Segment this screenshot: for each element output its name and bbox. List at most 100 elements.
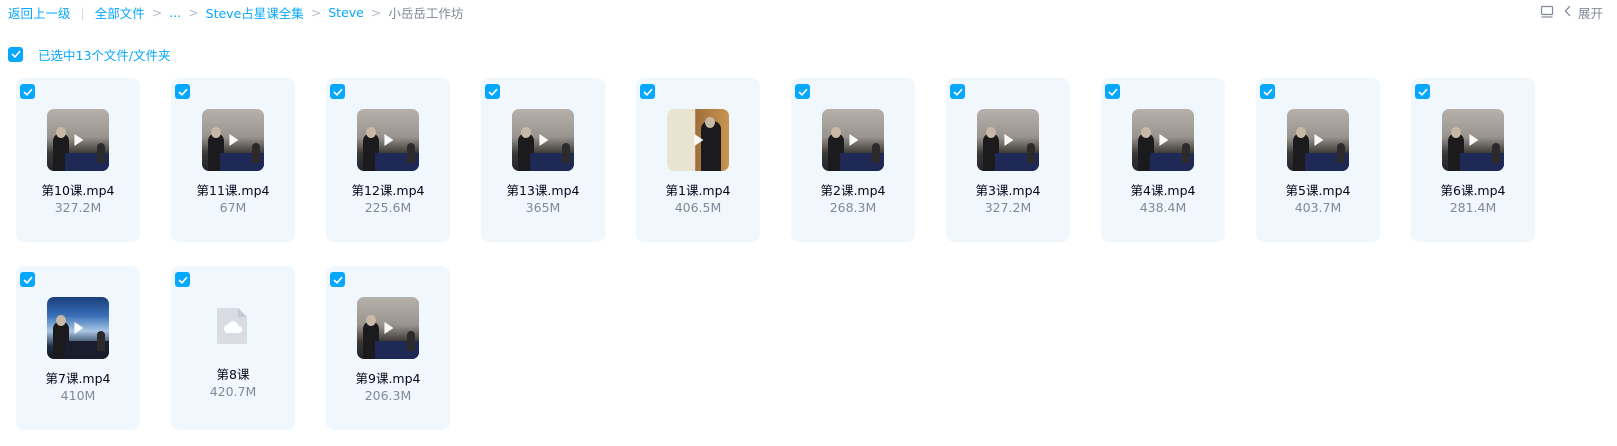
file-name: 第2课.mp4 xyxy=(820,183,886,198)
breadcrumb-separator: > xyxy=(151,4,163,20)
check-icon xyxy=(1262,88,1273,96)
file-name: 第4课.mp4 xyxy=(1130,183,1196,198)
file-size: 406.5M xyxy=(674,200,722,215)
video-thumbnail xyxy=(822,109,884,171)
select-all-checkbox[interactable] xyxy=(8,46,23,62)
file-card[interactable]: 第7课.mp4 410M xyxy=(16,266,140,430)
breadcrumb-all-files[interactable]: 全部文件 xyxy=(95,3,145,22)
file-name: 第11课.mp4 xyxy=(196,183,270,198)
play-icon xyxy=(74,134,84,146)
file-card[interactable]: 第13课.mp4 365M xyxy=(481,78,605,242)
play-icon xyxy=(539,134,549,146)
check-icon xyxy=(10,50,21,58)
file-card[interactable]: 第1课.mp4 406.5M xyxy=(636,78,760,242)
check-icon xyxy=(642,88,653,96)
file-checkbox[interactable] xyxy=(20,84,35,99)
file-card[interactable]: 第8课 420.7M xyxy=(171,266,295,430)
play-icon xyxy=(849,134,859,146)
file-size: 206.3M xyxy=(364,388,412,403)
file-size: 67M xyxy=(219,200,247,215)
file-size: 268.3M xyxy=(829,200,877,215)
file-checkbox[interactable] xyxy=(175,272,190,287)
video-thumbnail xyxy=(1442,109,1504,171)
video-thumbnail xyxy=(1132,109,1194,171)
check-icon xyxy=(952,88,963,96)
file-checkbox[interactable] xyxy=(1105,84,1120,99)
file-name: 第3课.mp4 xyxy=(975,183,1041,198)
check-icon xyxy=(332,88,343,96)
file-size: 327.2M xyxy=(984,200,1032,215)
file-name: 第7课.mp4 xyxy=(45,371,111,386)
check-icon xyxy=(22,88,33,96)
file-size: 410M xyxy=(60,388,96,403)
file-card[interactable]: 第9课.mp4 206.3M xyxy=(326,266,450,430)
file-size: 438.4M xyxy=(1139,200,1187,215)
video-thumbnail xyxy=(357,297,419,359)
file-checkbox[interactable] xyxy=(20,272,35,287)
video-thumbnail xyxy=(202,109,264,171)
check-icon xyxy=(797,88,808,96)
file-checkbox[interactable] xyxy=(175,84,190,99)
file-size: 365M xyxy=(525,200,561,215)
file-name: 第9课.mp4 xyxy=(355,371,421,386)
file-checkbox[interactable] xyxy=(950,84,965,99)
video-thumbnail xyxy=(357,109,419,171)
play-icon xyxy=(1314,134,1324,146)
video-thumbnail xyxy=(1287,109,1349,171)
file-card[interactable]: 第6课.mp4 281.4M xyxy=(1411,78,1535,242)
divider: | xyxy=(80,4,85,20)
play-icon xyxy=(1004,134,1014,146)
breadcrumb-ellipsis[interactable]: ... xyxy=(169,5,181,20)
play-icon xyxy=(1159,134,1169,146)
file-size: 225.6M xyxy=(364,200,412,215)
file-name: 第13课.mp4 xyxy=(506,183,580,198)
check-icon xyxy=(487,88,498,96)
file-checkbox[interactable] xyxy=(640,84,655,99)
play-icon xyxy=(74,322,84,334)
list-view-icon[interactable] xyxy=(1540,5,1554,19)
file-checkbox[interactable] xyxy=(795,84,810,99)
file-card[interactable]: 第5课.mp4 403.7M xyxy=(1256,78,1380,242)
selection-bar: 已选中13个文件/文件夹 xyxy=(8,46,171,63)
play-icon xyxy=(229,134,239,146)
selection-count: 已选中13个文件/文件夹 xyxy=(38,47,171,63)
breadcrumb-current: 小岳岳工作坊 xyxy=(388,5,464,21)
video-thumbnail xyxy=(977,109,1039,171)
play-icon xyxy=(694,134,704,146)
file-name: 第5课.mp4 xyxy=(1285,183,1351,198)
breadcrumb-separator: > xyxy=(188,4,199,20)
check-icon xyxy=(22,276,33,284)
breadcrumb-steve[interactable]: Steve xyxy=(328,5,364,20)
file-checkbox[interactable] xyxy=(1415,84,1430,99)
video-thumbnail xyxy=(512,109,574,171)
video-thumbnail xyxy=(47,109,109,171)
file-checkbox[interactable] xyxy=(330,272,345,287)
back-link[interactable]: 返回上一级 xyxy=(8,3,71,22)
file-name: 第6课.mp4 xyxy=(1440,183,1506,198)
file-size: 420.7M xyxy=(209,384,257,399)
breadcrumb-course[interactable]: Steve占星课全集 xyxy=(206,3,304,22)
check-icon xyxy=(177,276,188,284)
check-icon xyxy=(1107,88,1118,96)
file-card[interactable]: 第4课.mp4 438.4M xyxy=(1101,78,1225,242)
expand-button[interactable]: 展开 xyxy=(1564,3,1603,22)
file-grid: 第10课.mp4 327.2M 第11课.mp4 67M 第12课.mp4 225.6M 第… xyxy=(16,78,1535,430)
file-card[interactable]: 第3课.mp4 327.2M xyxy=(946,78,1070,242)
breadcrumb: 返回上一级 | 全部文件 > ... > Steve占星课全集 > Steve … xyxy=(8,0,463,24)
file-checkbox[interactable] xyxy=(1260,84,1275,99)
expand-label: 展开 xyxy=(1577,5,1603,21)
file-card[interactable]: 第12课.mp4 225.6M xyxy=(326,78,450,242)
file-size: 403.7M xyxy=(1294,200,1342,215)
file-checkbox[interactable] xyxy=(330,84,345,99)
check-icon xyxy=(1417,88,1428,96)
check-icon xyxy=(177,88,188,96)
file-card[interactable]: 第11课.mp4 67M xyxy=(171,78,295,242)
file-card[interactable]: 第2课.mp4 268.3M xyxy=(791,78,915,242)
file-checkbox[interactable] xyxy=(485,84,500,99)
file-size: 281.4M xyxy=(1449,200,1497,215)
play-icon xyxy=(1469,134,1479,146)
check-icon xyxy=(332,276,343,284)
view-controls: 展开 xyxy=(1540,0,1603,24)
file-card[interactable]: 第10课.mp4 327.2M xyxy=(16,78,140,242)
breadcrumb-separator: > xyxy=(310,4,322,20)
